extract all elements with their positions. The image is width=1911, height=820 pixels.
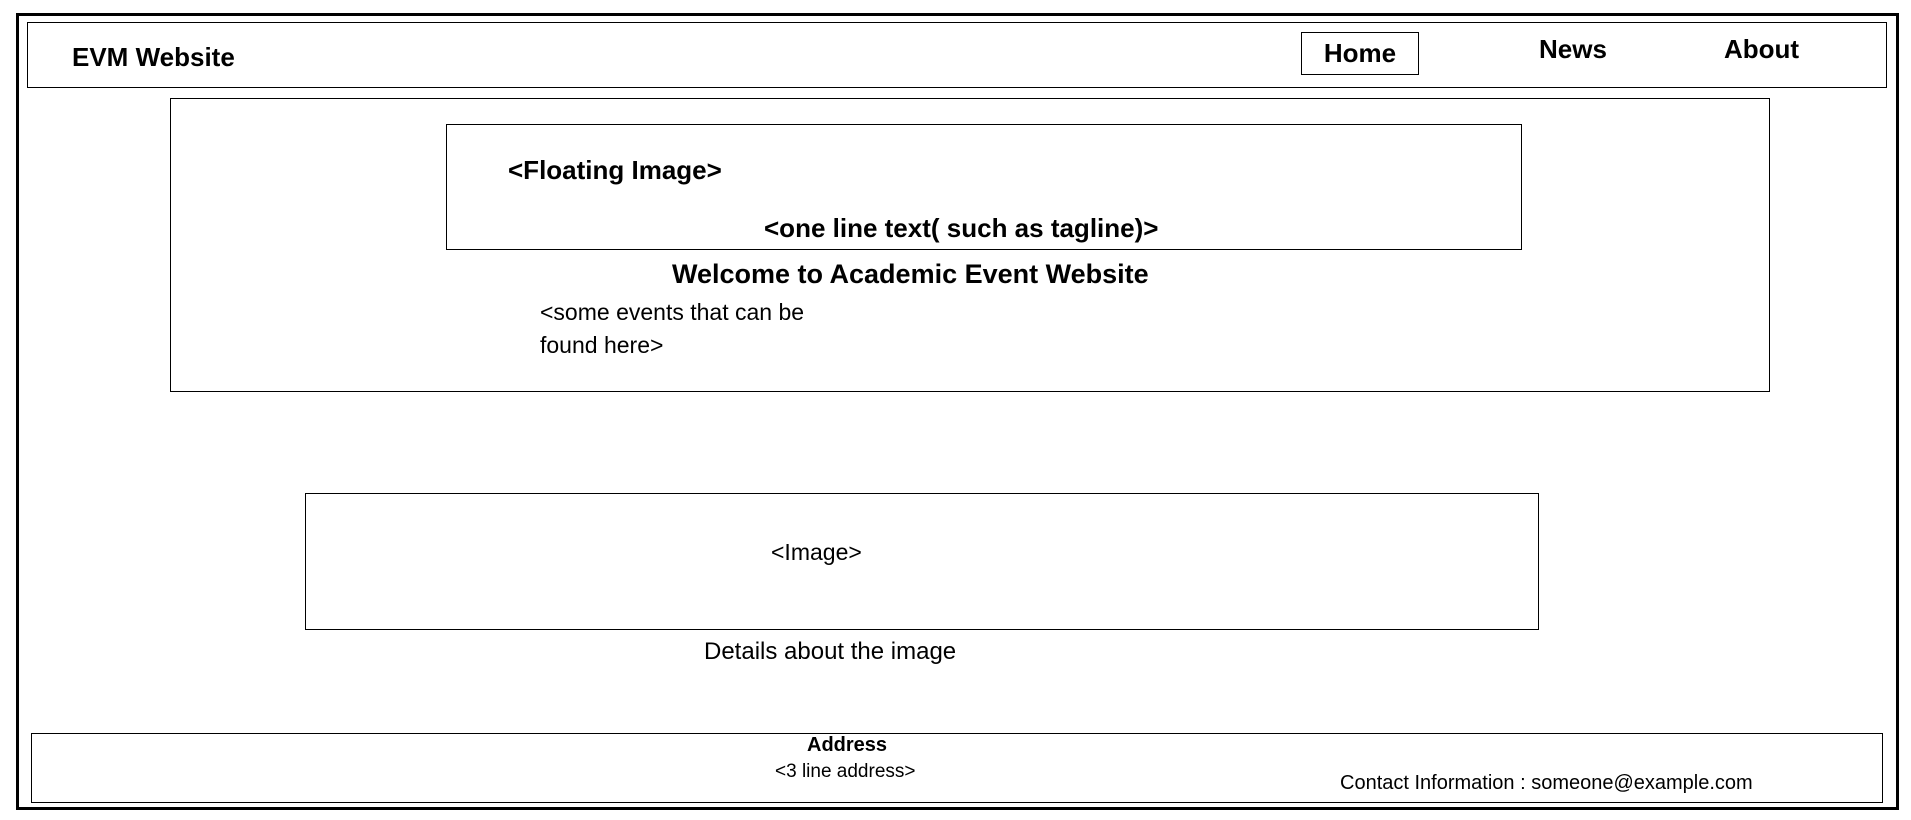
address-heading: Address [807, 734, 888, 756]
nav-about[interactable]: About [1724, 34, 1799, 65]
floating-image-label: <Floating Image> [508, 155, 722, 185]
image-placeholder-box [305, 493, 1539, 630]
events-text-line-1: <some events that can be [540, 299, 805, 325]
nav-home[interactable]: Home [1301, 32, 1419, 75]
header-bar [27, 22, 1887, 88]
tagline: <one line text( such as tagline)> [764, 213, 1159, 243]
contact-information: Contact Information : someone@example.co… [1340, 772, 1753, 794]
address-text: <3 line address> [775, 761, 916, 782]
site-brand[interactable]: EVM Website [72, 42, 235, 73]
image-caption: Details about the image [704, 638, 957, 665]
events-text-line-2: found here> [540, 332, 664, 358]
nav-news[interactable]: News [1539, 34, 1607, 65]
image-placeholder-label: <Image> [771, 539, 862, 565]
welcome-heading: Welcome to Academic Event Website [672, 259, 1149, 289]
nav-home-label: Home [1323, 38, 1397, 68]
